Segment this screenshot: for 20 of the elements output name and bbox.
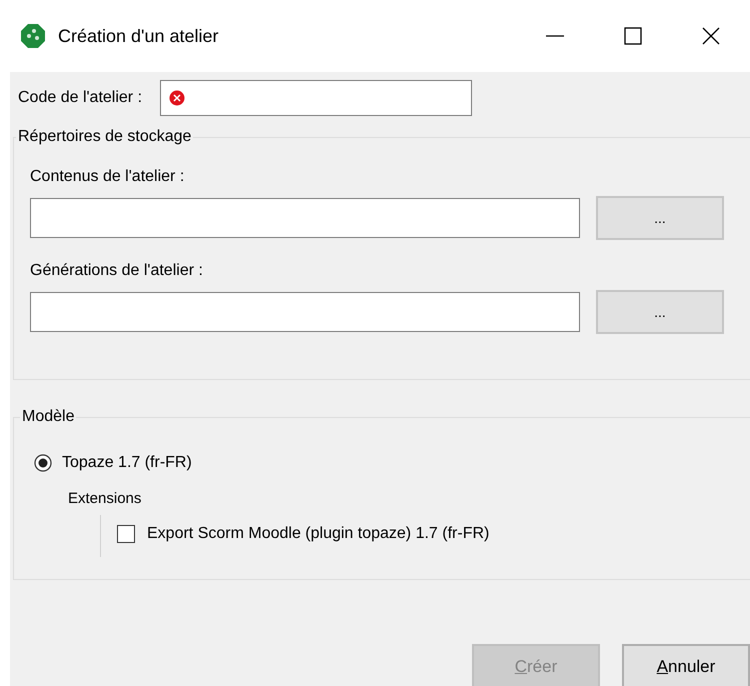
close-icon[interactable] xyxy=(702,27,720,45)
radio-button[interactable] xyxy=(34,454,52,472)
checkbox[interactable] xyxy=(117,525,135,543)
dialog-button[interactable]: Annuler xyxy=(622,644,750,686)
folder-field[interactable] xyxy=(30,198,580,238)
group-title: Modèle xyxy=(21,408,76,426)
radio-label: Topaze 1.7 (fr-FR) xyxy=(62,454,192,472)
app-icon xyxy=(20,23,46,49)
code-field[interactable] xyxy=(160,80,472,116)
browse-button[interactable]: ... xyxy=(596,290,724,334)
browse-button[interactable]: ... xyxy=(596,196,724,240)
checkbox-label: Export Scorm Moodle (plugin topaze) 1.7 (fr-FR) xyxy=(147,525,490,543)
field-label: Contenus de l'atelier : xyxy=(30,168,186,186)
group-title: Répertoires de stockage xyxy=(17,128,192,146)
section-label: Extensions xyxy=(68,490,142,507)
folder-field[interactable] xyxy=(30,292,580,332)
maximize-icon[interactable] xyxy=(624,27,642,45)
field-label: Code de l'atelier : xyxy=(18,89,142,107)
window-title: Création d'un atelier xyxy=(58,26,220,46)
field-label: Générations de l'atelier : xyxy=(30,262,204,280)
